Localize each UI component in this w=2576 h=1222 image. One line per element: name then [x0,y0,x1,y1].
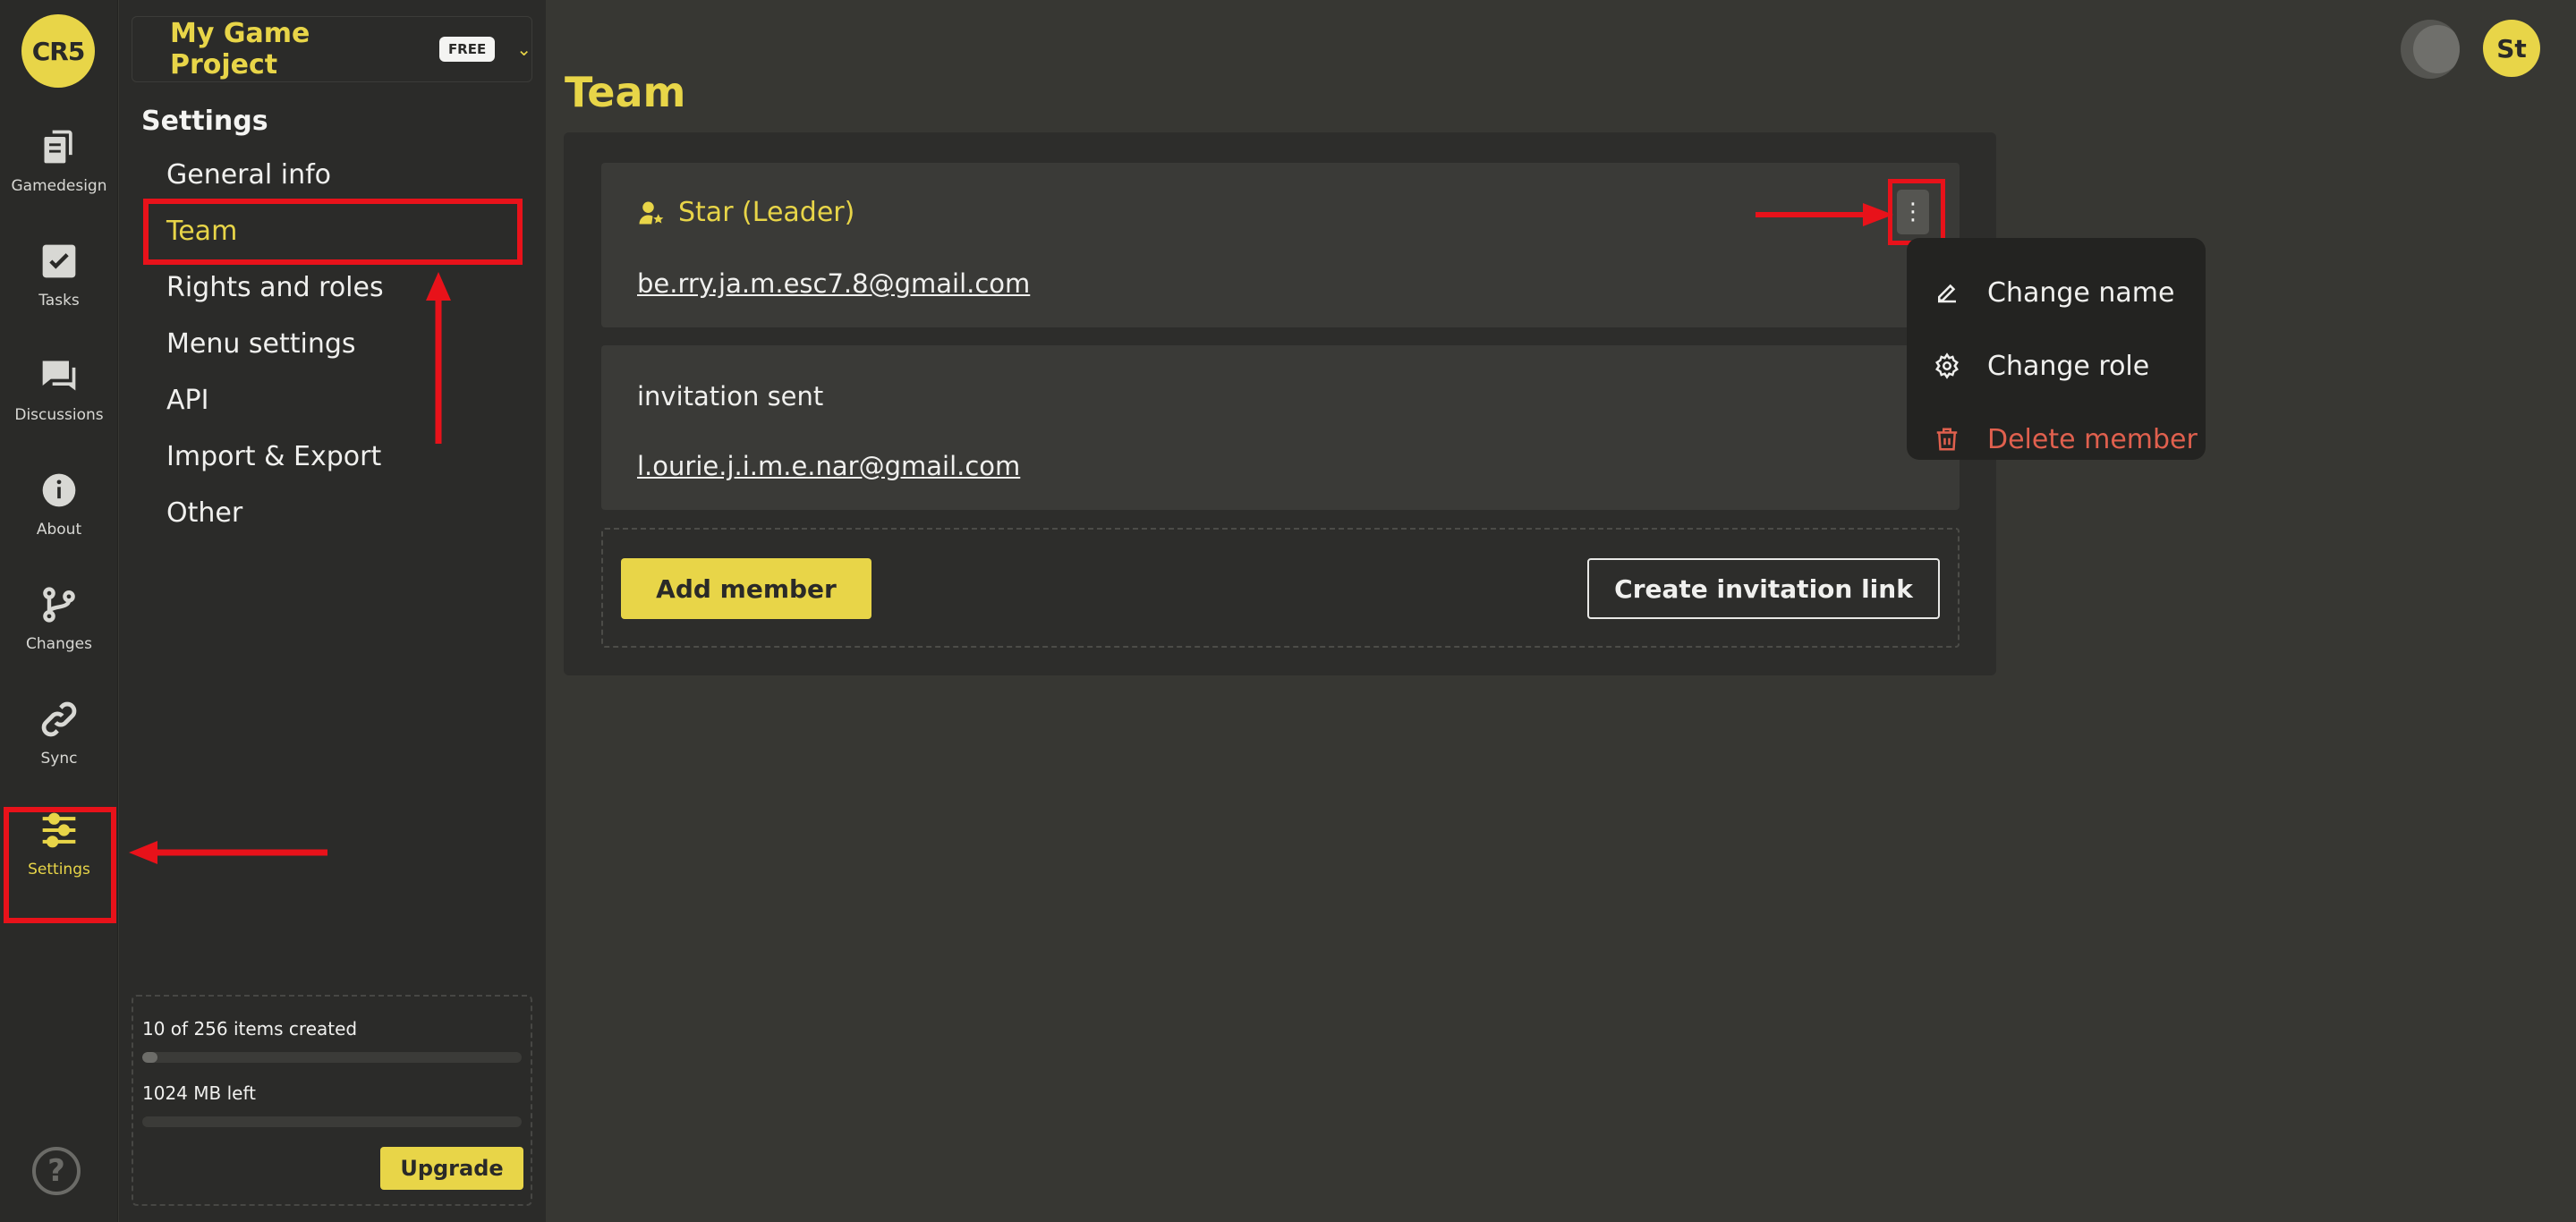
usage-panel: 10 of 256 items created 1024 MB left Upg… [132,995,532,1206]
rail-item-about[interactable]: About [0,471,118,578]
link-icon [41,701,77,737]
rail-item-gamedesign[interactable]: Gamedesign [0,127,118,234]
rail-item-discussions[interactable]: Discussions [0,356,118,463]
project-selector[interactable]: My Game Project FREE ⌄ [132,16,532,82]
menu-item-api[interactable]: API [166,385,208,416]
pencil-icon [1938,284,1956,303]
rail-item-sync[interactable]: Sync [0,700,118,807]
menu-item-change-role[interactable]: Change role [1907,329,2206,403]
menu-item-menu-settings[interactable]: Menu settings [166,328,356,360]
menu-item-other[interactable]: Other [166,497,242,529]
menu-item-rights-and-roles[interactable]: Rights and roles [166,272,384,303]
annotation-highlight-settings [4,807,116,923]
member-card: Star (Leader) be.rry.ja.m.esc7.8@gmail.c… [601,163,1960,327]
plan-badge: FREE [438,37,496,62]
rail-item-label: Sync [40,750,78,768]
add-member-button[interactable]: Add member [621,558,871,619]
menu-item-import-export[interactable]: Import & Export [166,441,381,472]
menu-item-label: Change name [1987,276,2175,309]
items-usage-fill [142,1052,157,1063]
gear-icon [1935,352,1959,379]
member-name: Star (Leader) [637,197,854,228]
items-usage-bar [142,1052,522,1063]
rail-item-tasks[interactable]: Tasks [0,242,118,349]
storage-usage-bar [142,1116,522,1127]
annotation-arrow-settings [129,841,327,864]
settings-heading: Settings [141,106,268,137]
annotation-arrow-options [1756,203,1893,226]
annotation-arrow-team [426,272,451,444]
menu-item-label: Change role [1987,350,2150,382]
annotation-highlight-team [143,199,523,265]
user-avatar[interactable]: St [2483,20,2540,77]
rail-item-label: Changes [26,635,92,653]
items-usage-label: 10 of 256 items created [142,1018,358,1040]
rail-item-label: Tasks [38,292,80,310]
storage-usage-label: 1024 MB left [142,1082,256,1104]
chevron-down-icon: ⌄ [516,38,531,60]
rail-item-label: Gamedesign [11,177,107,195]
branch-icon [43,587,75,623]
leader-badge-icon [639,201,664,224]
menu-item-general-info[interactable]: General info [166,159,331,191]
member-email[interactable]: l.ourie.j.i.m.e.nar@gmail.com [637,451,1020,481]
theme-toggle[interactable] [2401,20,2460,79]
menu-item-label: Delete member [1987,423,2198,455]
page-title: Team [565,68,686,116]
menu-item-change-name[interactable]: Change name [1907,256,2206,329]
member-status: invitation sent [637,381,824,412]
info-icon [42,473,76,507]
trash-icon [1936,428,1958,451]
rail-item-settings[interactable]: Settings [0,807,118,923]
rail-item-label: About [36,521,82,539]
settings-sidebar: My Game Project FREE ⌄ Settings General … [119,0,546,1222]
team-actions: Add member Create invitation link [601,528,1960,648]
document-icon [44,130,72,164]
left-rail: CR5 Gamedesign Tasks Discussions About C… [0,0,118,1222]
member-email[interactable]: be.rry.ja.m.esc7.8@gmail.com [637,268,1030,299]
moon-icon [2413,25,2460,73]
project-name: My Game Project [170,18,310,81]
upgrade-button[interactable]: Upgrade [380,1147,523,1190]
member-options-menu: Change name Change role Delete member [1907,238,2206,460]
rail-item-label: Discussions [14,406,104,424]
checkbox-icon [42,244,76,278]
create-invitation-link-button[interactable]: Create invitation link [1587,558,1940,619]
help-icon[interactable]: ? [32,1147,81,1195]
rail-item-changes[interactable]: Changes [0,585,118,692]
chat-icon [42,361,76,391]
app-logo[interactable]: CR5 [21,14,95,88]
member-name-text: Star (Leader) [678,197,855,228]
member-card: invitation sent l.ourie.j.i.m.e.nar@gmai… [601,345,1960,510]
menu-item-delete-member[interactable]: Delete member [1907,403,2206,476]
